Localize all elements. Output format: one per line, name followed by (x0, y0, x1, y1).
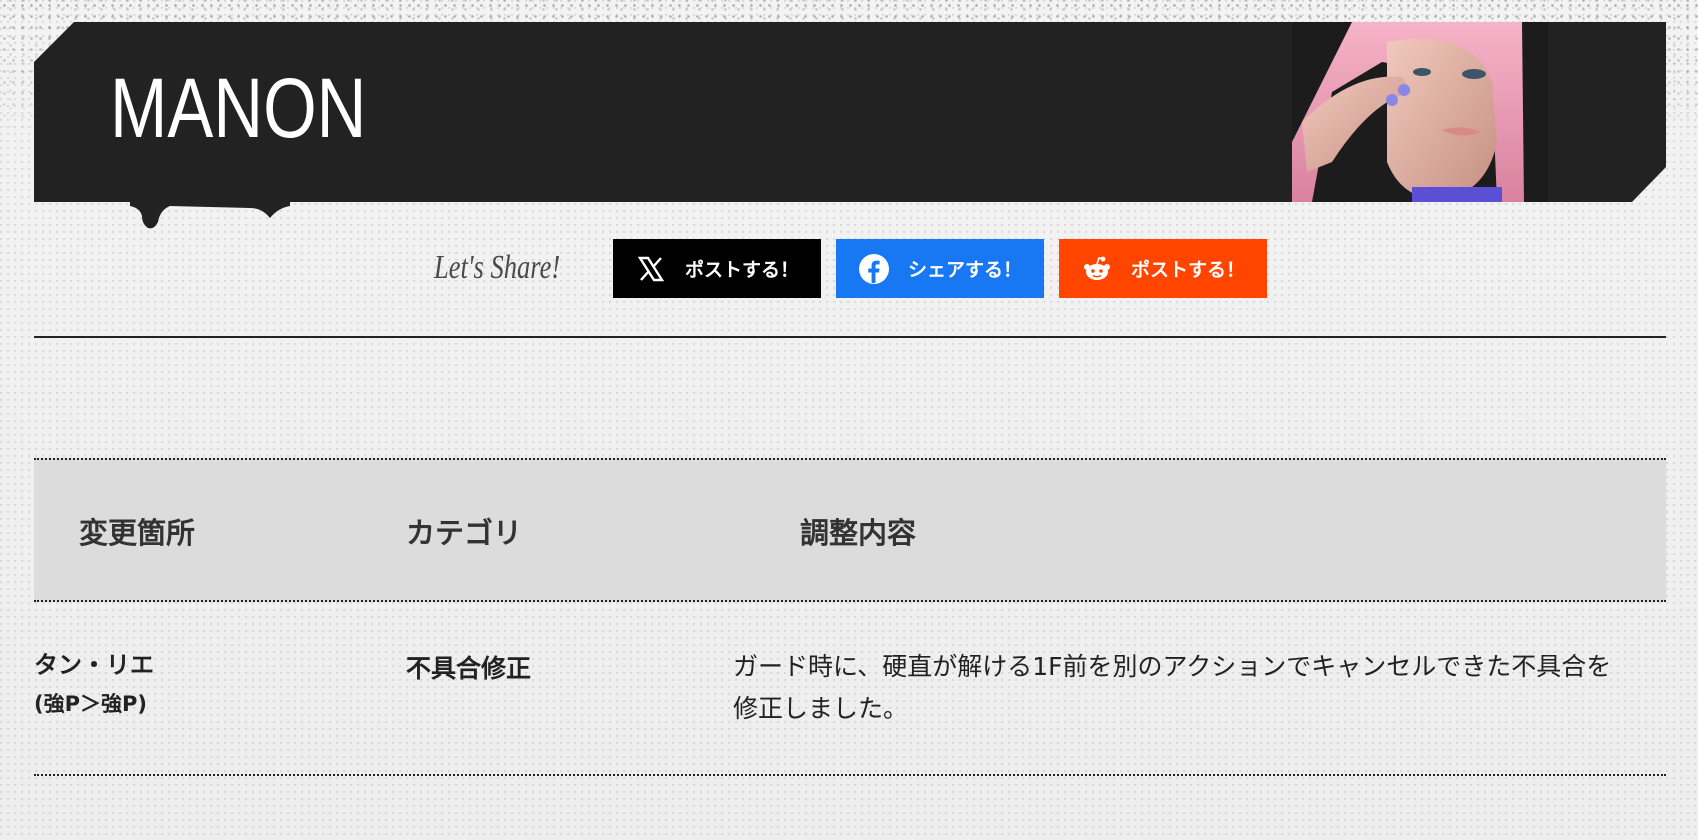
share-bar: Let's Share! ポストする！ シェアする！ ポストする！ (0, 239, 1698, 299)
facebook-share-button[interactable]: シェアする！ (836, 239, 1044, 298)
x-logo-icon (635, 253, 667, 285)
adjustment-description-cell: ガード時に、硬直が解ける1F前を別のアクションでキャンセルできた不具合を修正しま… (733, 652, 1612, 723)
character-name-title: MANON (110, 61, 367, 155)
change-location-cell: タン・リエ (強P＞強P) (34, 645, 154, 718)
facebook-share-label: シェアする！ (907, 259, 1022, 281)
move-name: タン・リエ (34, 651, 154, 679)
reddit-post-button[interactable]: ポストする！ (1059, 239, 1267, 298)
category-cell: 不具合修正 (406, 654, 532, 683)
move-command: (強P＞強P) (34, 692, 147, 716)
character-portrait-image (1292, 22, 1548, 202)
header-category: カテゴリ (406, 516, 523, 550)
table-row: タン・リエ (強P＞強P) 不具合修正 ガード時に、硬直が解ける1F前を別のアク… (34, 602, 1666, 776)
facebook-logo-icon (858, 253, 890, 285)
table-header: 変更箇所 カテゴリ 調整内容 (34, 458, 1666, 602)
header-adjustment: 調整内容 (800, 516, 917, 550)
reddit-post-label: ポストする！ (1130, 259, 1245, 281)
share-label: Let's Share! (434, 249, 561, 286)
header-change-location: 変更箇所 (79, 516, 196, 550)
ink-drips-decoration (130, 202, 290, 229)
character-banner: MANON (34, 22, 1666, 202)
section-divider (34, 336, 1666, 338)
reddit-logo-icon (1081, 253, 1113, 285)
x-post-label: ポストする！ (684, 259, 799, 281)
x-post-button[interactable]: ポストする！ (613, 239, 821, 298)
